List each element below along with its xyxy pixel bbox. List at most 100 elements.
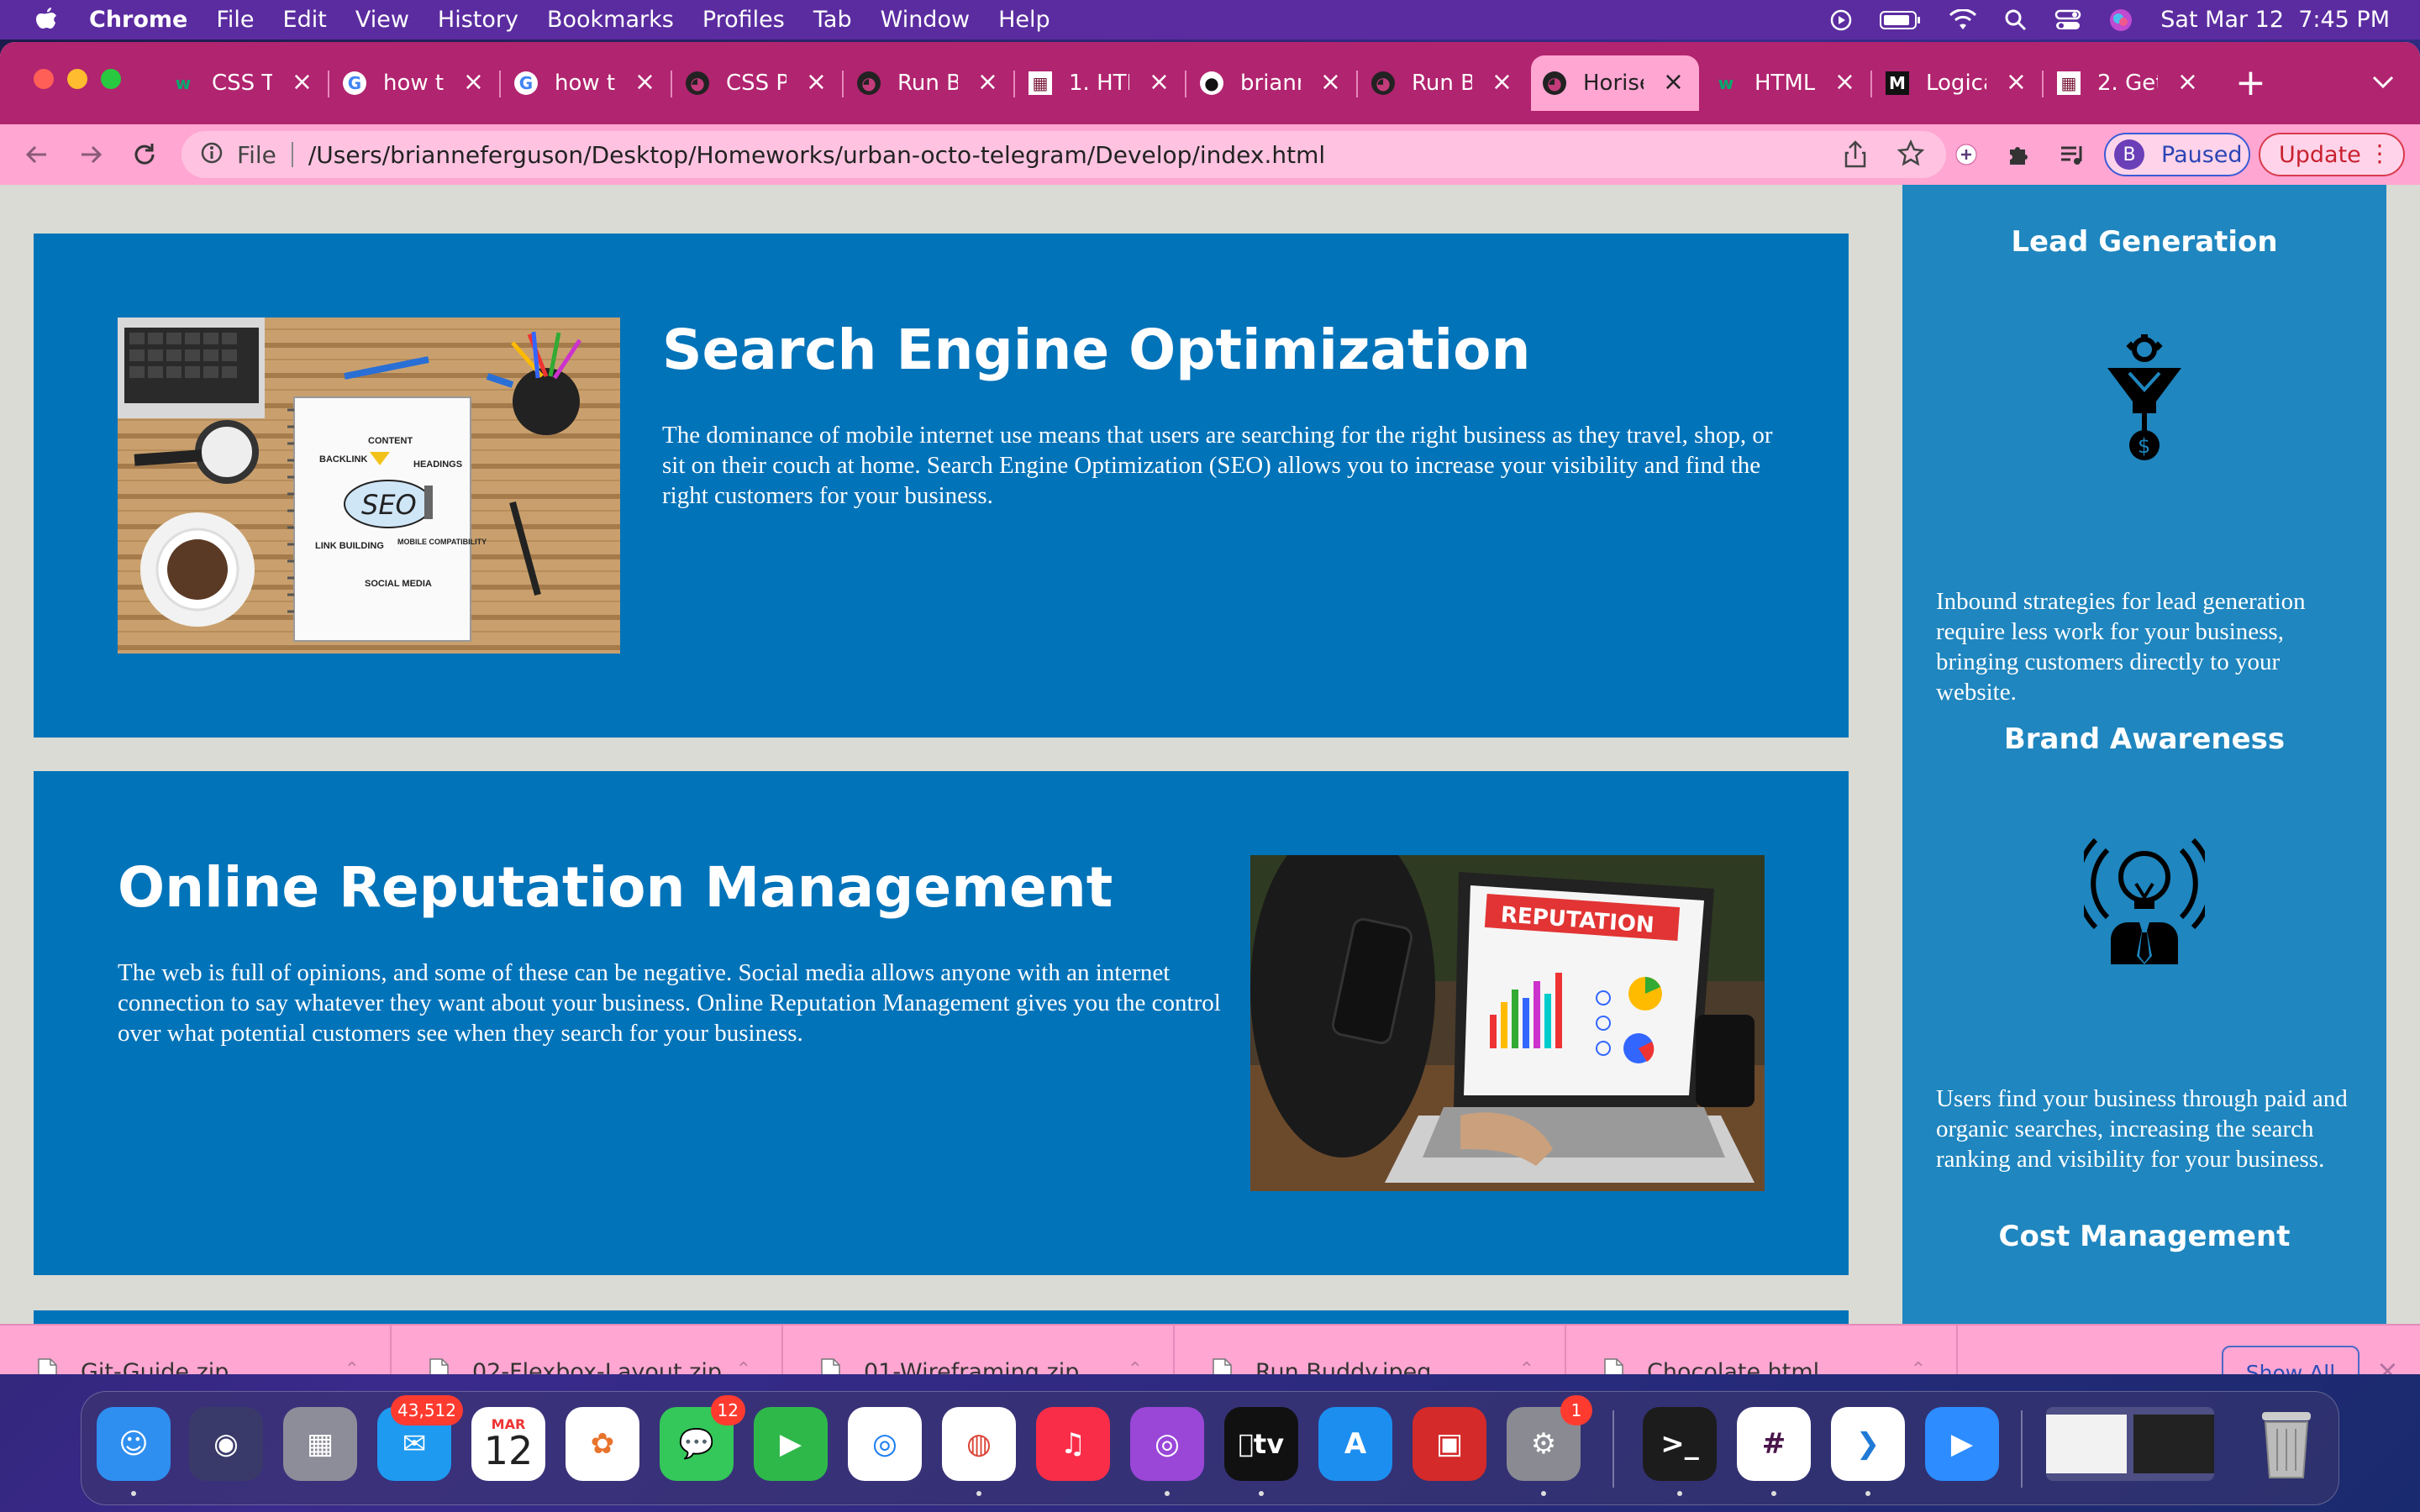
download-item[interactable]: Run Buddy.jpeg ⌃ bbox=[1175, 1326, 1566, 1374]
close-tab-icon[interactable]: × bbox=[1663, 67, 1684, 97]
dock-photo-booth-icon[interactable]: ▣ bbox=[1413, 1407, 1486, 1481]
extensions-puzzle-icon[interactable] bbox=[2002, 138, 2035, 171]
close-tab-icon[interactable]: × bbox=[292, 67, 313, 97]
menu-bookmarks[interactable]: Bookmarks bbox=[547, 7, 674, 33]
close-tab-icon[interactable]: × bbox=[2177, 67, 2198, 97]
close-tab-icon[interactable]: × bbox=[634, 67, 655, 97]
dock-app-store-icon[interactable]: A bbox=[1318, 1407, 1392, 1481]
info-icon[interactable] bbox=[200, 141, 224, 168]
menu-window[interactable]: Window bbox=[881, 7, 970, 33]
dock-music-icon[interactable]: ♫ bbox=[1036, 1407, 1110, 1481]
tab-5[interactable]: ▦ 1. HTM × bbox=[1017, 55, 1186, 111]
close-tab-icon[interactable]: × bbox=[1320, 67, 1341, 97]
forward-arrow-icon[interactable] bbox=[72, 136, 109, 173]
dock-podcasts-icon[interactable]: ◎ bbox=[1130, 1407, 1204, 1481]
dock-safari-icon[interactable]: ◎ bbox=[848, 1407, 922, 1481]
share-icon[interactable] bbox=[1844, 139, 1867, 168]
dock-finder-icon[interactable]: ☺ bbox=[97, 1407, 171, 1481]
menu-help[interactable]: Help bbox=[998, 7, 1050, 33]
close-tab-icon[interactable]: × bbox=[806, 67, 827, 97]
download-options-chevron-icon[interactable]: ⌃ bbox=[1519, 1359, 1534, 1374]
web-page: CONTENT BACKLINK HEADINGS LINK BUILDING … bbox=[0, 185, 2420, 1324]
tab-4[interactable]: ◕ Run Bu × bbox=[845, 55, 1015, 111]
close-window-button[interactable] bbox=[34, 69, 54, 89]
reading-list-icon[interactable] bbox=[2055, 138, 2089, 171]
file-icon bbox=[821, 1358, 840, 1374]
dock-photos-icon[interactable]: ✿ bbox=[566, 1407, 639, 1481]
menu-app-name[interactable]: Chrome bbox=[89, 7, 187, 33]
menu-view[interactable]: View bbox=[355, 7, 409, 33]
download-options-chevron-icon[interactable]: ⌃ bbox=[345, 1359, 360, 1374]
close-tab-icon[interactable]: × bbox=[977, 67, 998, 97]
battery-icon[interactable] bbox=[1880, 10, 1922, 30]
close-tab-icon[interactable]: × bbox=[1834, 67, 1855, 97]
dock-messages-icon[interactable]: 💬 12 bbox=[660, 1395, 745, 1481]
dock-facetime-icon[interactable]: ▶ bbox=[754, 1407, 828, 1481]
download-options-chevron-icon[interactable]: ⌃ bbox=[1128, 1359, 1143, 1374]
dock-zoom-icon[interactable]: ▶ bbox=[1925, 1407, 1999, 1481]
control-center-icon[interactable] bbox=[2054, 8, 2081, 32]
tab-label: how to bbox=[555, 71, 615, 96]
tab-7[interactable]: ◕ Run Bu × bbox=[1360, 55, 1528, 111]
wifi-icon[interactable] bbox=[1949, 8, 1977, 31]
dock-chrome-icon[interactable]: ◍ bbox=[942, 1407, 1016, 1481]
siri-icon[interactable] bbox=[2108, 8, 2133, 33]
zoom-window-button[interactable] bbox=[101, 69, 121, 89]
tab-11[interactable]: ▦ 2. Gett × bbox=[2045, 55, 2213, 111]
download-options-chevron-icon[interactable]: ⌃ bbox=[1911, 1359, 1926, 1374]
download-item[interactable]: 02-Flexbox-Layout.zip ⌃ bbox=[392, 1326, 783, 1374]
update-button[interactable]: Update ⋮ bbox=[2259, 133, 2405, 176]
extension-circle-icon[interactable] bbox=[1949, 138, 1983, 171]
dock-terminal-icon[interactable]: >_ bbox=[1643, 1407, 1717, 1481]
tab-8[interactable]: ◕ Horise × bbox=[1531, 55, 1699, 111]
tab-0[interactable]: w CSS Tu × bbox=[160, 55, 329, 111]
tab-search-chevron-icon[interactable] bbox=[2371, 67, 2395, 97]
dock-mail-icon[interactable]: ✉ 43,512 bbox=[377, 1395, 463, 1481]
clock[interactable]: Sat Mar 12 7:45 PM bbox=[2160, 7, 2390, 33]
m-icon: M bbox=[1886, 71, 1909, 95]
download-item[interactable]: Chocolate.html ⌃ bbox=[1566, 1326, 1958, 1374]
dock-launchpad-icon[interactable]: ▦ bbox=[283, 1407, 357, 1481]
download-item[interactable]: Git-Guide.zip ⌃ bbox=[0, 1326, 392, 1374]
tab-1[interactable]: Ghow to × bbox=[331, 55, 501, 111]
close-tab-icon[interactable]: × bbox=[463, 67, 484, 97]
dock-trash-icon[interactable] bbox=[2249, 1407, 2323, 1481]
menu-history[interactable]: History bbox=[438, 7, 518, 33]
tab-3[interactable]: ◕ CSS Pr × bbox=[674, 55, 844, 111]
dock-slack-icon[interactable]: # bbox=[1737, 1407, 1811, 1481]
close-tab-icon[interactable]: × bbox=[1149, 67, 1170, 97]
minimize-window-button[interactable] bbox=[67, 69, 87, 89]
tab-2[interactable]: Ghow to × bbox=[502, 55, 672, 111]
menu-tab[interactable]: Tab bbox=[813, 7, 852, 33]
reload-icon[interactable] bbox=[126, 136, 163, 173]
more-menu-icon[interactable]: ⋮ bbox=[2368, 141, 2391, 166]
dock-tv-icon[interactable]: tv bbox=[1224, 1407, 1298, 1481]
close-tab-icon[interactable]: × bbox=[1491, 67, 1512, 97]
apple-icon[interactable] bbox=[32, 5, 62, 35]
download-options-chevron-icon[interactable]: ⌃ bbox=[736, 1359, 751, 1374]
menu-profiles[interactable]: Profiles bbox=[702, 7, 785, 33]
back-arrow-icon[interactable] bbox=[18, 136, 55, 173]
tab-6[interactable]: ● brianne × bbox=[1188, 55, 1358, 111]
spotlight-icon[interactable] bbox=[2004, 8, 2028, 32]
show-all-downloads-button[interactable]: Show All bbox=[2222, 1346, 2360, 1374]
close-tab-icon[interactable]: × bbox=[2006, 67, 2027, 97]
url-text[interactable]: /Users/brianneferguson/Desktop/Homeworks… bbox=[308, 141, 1325, 169]
dock-vs-code-icon[interactable]: ❯ bbox=[1831, 1407, 1905, 1481]
dock-system-preferences-icon[interactable]: ⚙ 1 bbox=[1507, 1395, 1592, 1481]
profile-button[interactable]: B Paused bbox=[2104, 133, 2250, 176]
new-tab-button[interactable]: + bbox=[2235, 62, 2266, 104]
notification-badge: 1 bbox=[1560, 1395, 1592, 1425]
screen-record-icon[interactable] bbox=[1829, 8, 1853, 32]
bookmark-star-icon[interactable] bbox=[1897, 139, 1924, 166]
menu-file[interactable]: File bbox=[216, 7, 254, 33]
dock-siri-icon[interactable]: ◉ bbox=[189, 1407, 263, 1481]
address-bar[interactable]: File /Users/brianneferguson/Desktop/Home… bbox=[182, 131, 1946, 178]
tab-10[interactable]: M Logica × bbox=[1874, 55, 2044, 111]
dock-recent-windows[interactable] bbox=[2046, 1407, 2214, 1481]
dock-calendar-icon[interactable]: MAR 12 bbox=[471, 1407, 545, 1481]
download-item[interactable]: 01-Wireframing.zip ⌃ bbox=[783, 1326, 1175, 1374]
tab-9[interactable]: w HTML × bbox=[1702, 55, 1872, 111]
close-download-bar-icon[interactable]: × bbox=[2376, 1354, 2399, 1374]
menu-edit[interactable]: Edit bbox=[283, 7, 327, 33]
